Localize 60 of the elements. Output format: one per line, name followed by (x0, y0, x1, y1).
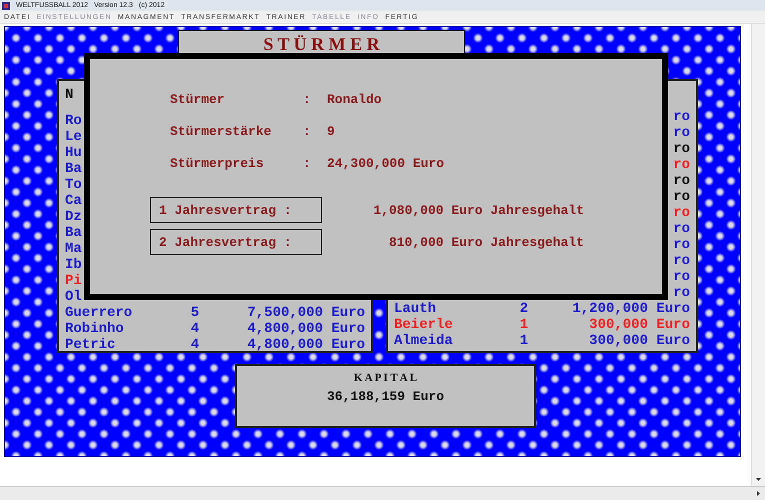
price-value: 7,500,000 Euro (247, 305, 365, 321)
player-name: Ol (65, 289, 82, 305)
price-value: ro (673, 205, 690, 221)
player-name: Dz (65, 209, 82, 225)
info-value: 9 (327, 123, 336, 141)
player-name: Ma (65, 241, 82, 257)
capital-amount: 36,188,159 Euro (326, 389, 444, 404)
price-value: ro (673, 125, 690, 141)
app-icon (2, 2, 10, 10)
player-name: Guerrero (65, 305, 132, 321)
price-value: ro (673, 269, 690, 285)
strength-value: 4 (190, 337, 200, 353)
info-label: Stürmerstärke (170, 123, 272, 141)
player-name: Pi (65, 273, 82, 289)
player-name: Petric (65, 337, 116, 353)
player-name: Le (65, 129, 82, 145)
strength-value: 4 (190, 321, 200, 337)
screen-title: S T Ü R M E R (263, 35, 380, 56)
price-value: 1,200,000 Euro (572, 301, 690, 317)
price-value: ro (673, 237, 690, 253)
price-value: ro (673, 221, 690, 237)
contract-button[interactable]: 2 Jahresvertrag : (150, 229, 322, 255)
price-value: 4,800,000 Euro (247, 321, 365, 337)
price-value: 4,800,000 Euro (247, 337, 365, 353)
strength-value: 1 (520, 317, 528, 333)
player-name: Beierle (394, 317, 453, 333)
player-name: Ro (65, 113, 82, 129)
strength-value: 5 (190, 305, 200, 321)
contract-button[interactable]: 1 Jahresvertrag : (150, 197, 322, 223)
price-value: ro (673, 189, 690, 205)
player-name: To (65, 177, 82, 193)
price-value: 300,000 Euro (589, 333, 690, 349)
strength-value: 2 (520, 301, 528, 317)
colon-separator: : (303, 91, 312, 109)
player-name: Almeida (394, 333, 453, 349)
info-value: Ronaldo (327, 91, 383, 109)
player-name: Ba (65, 225, 82, 241)
player-name: Ca (65, 193, 82, 209)
price-value: ro (673, 173, 690, 189)
player-name: Ib (65, 257, 82, 273)
price-value: ro (673, 109, 690, 125)
salary-text: 1,080,000 Euro Jahresgehalt (372, 202, 584, 218)
info-value: 24,300,000 Euro (327, 155, 444, 173)
info-label: Stürmerpreis (170, 155, 265, 173)
player-name: Hu (65, 145, 82, 161)
player-name: Robinho (65, 321, 124, 337)
info-label: Stürmer (170, 91, 226, 109)
price-value: 300,000 Euro (589, 317, 690, 333)
colon-separator: : (303, 155, 312, 173)
price-value: ro (673, 253, 690, 269)
capital-label: K A P I T A L (354, 372, 418, 384)
price-value: ro (673, 285, 690, 301)
salary-text: 810,000 Euro Jahresgehalt (388, 234, 584, 250)
colon-separator: : (303, 123, 312, 141)
player-name: Ba (65, 161, 82, 177)
price-value: ro (673, 141, 690, 157)
player-name: Lauth (394, 301, 436, 317)
column-header: N (65, 87, 74, 103)
strength-value: 1 (520, 333, 528, 349)
price-value: ro (673, 157, 690, 173)
